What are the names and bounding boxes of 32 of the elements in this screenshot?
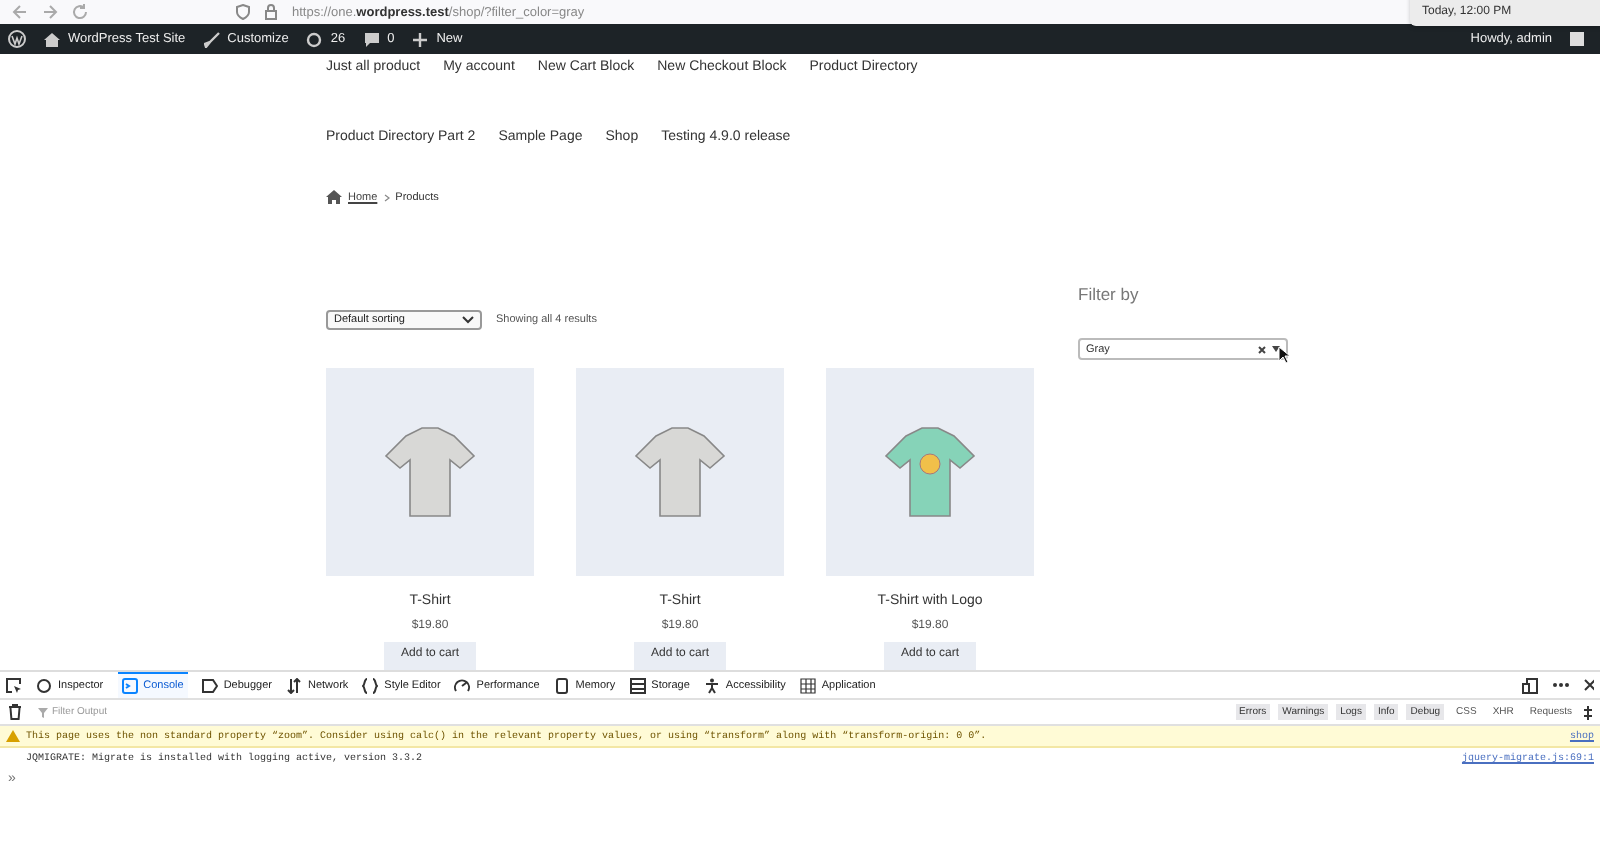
warning-icon: [6, 730, 20, 742]
grid-icon: [629, 677, 646, 693]
gauge-icon: [454, 677, 471, 693]
trash-icon[interactable]: [8, 704, 22, 720]
house-icon: [326, 190, 342, 204]
clear-icon[interactable]: [1258, 345, 1266, 353]
mouse-pointer-icon: [1278, 346, 1290, 364]
person-icon: [703, 677, 720, 693]
house-icon: [44, 31, 60, 47]
shield-icon: [236, 4, 250, 20]
braces-icon: [362, 677, 379, 693]
console-icon: [121, 678, 138, 694]
grid-icon: [799, 677, 816, 693]
arrows-icon: [285, 677, 302, 693]
chevron-right-icon: [383, 193, 390, 201]
element-picker-icon[interactable]: [6, 677, 22, 693]
chip-icon: [553, 677, 570, 693]
settings-icon[interactable]: [1584, 705, 1592, 719]
plus-icon: [412, 31, 429, 47]
speech-bubble-icon: [363, 31, 380, 47]
brush-icon: [203, 31, 220, 47]
funnel-icon: [38, 707, 48, 717]
tag-icon: [201, 677, 218, 693]
more-icon[interactable]: [1552, 682, 1570, 688]
responsive-icon[interactable]: [1522, 677, 1538, 693]
widget-title: Filter by: [1078, 284, 1141, 304]
chevron-down-icon: [462, 316, 474, 324]
close-icon[interactable]: [1584, 678, 1594, 692]
wordpress-logo-icon[interactable]: [8, 30, 26, 48]
caret-down-icon: [1272, 346, 1280, 352]
circle-icon: [36, 677, 52, 693]
lock-icon: [264, 4, 278, 20]
